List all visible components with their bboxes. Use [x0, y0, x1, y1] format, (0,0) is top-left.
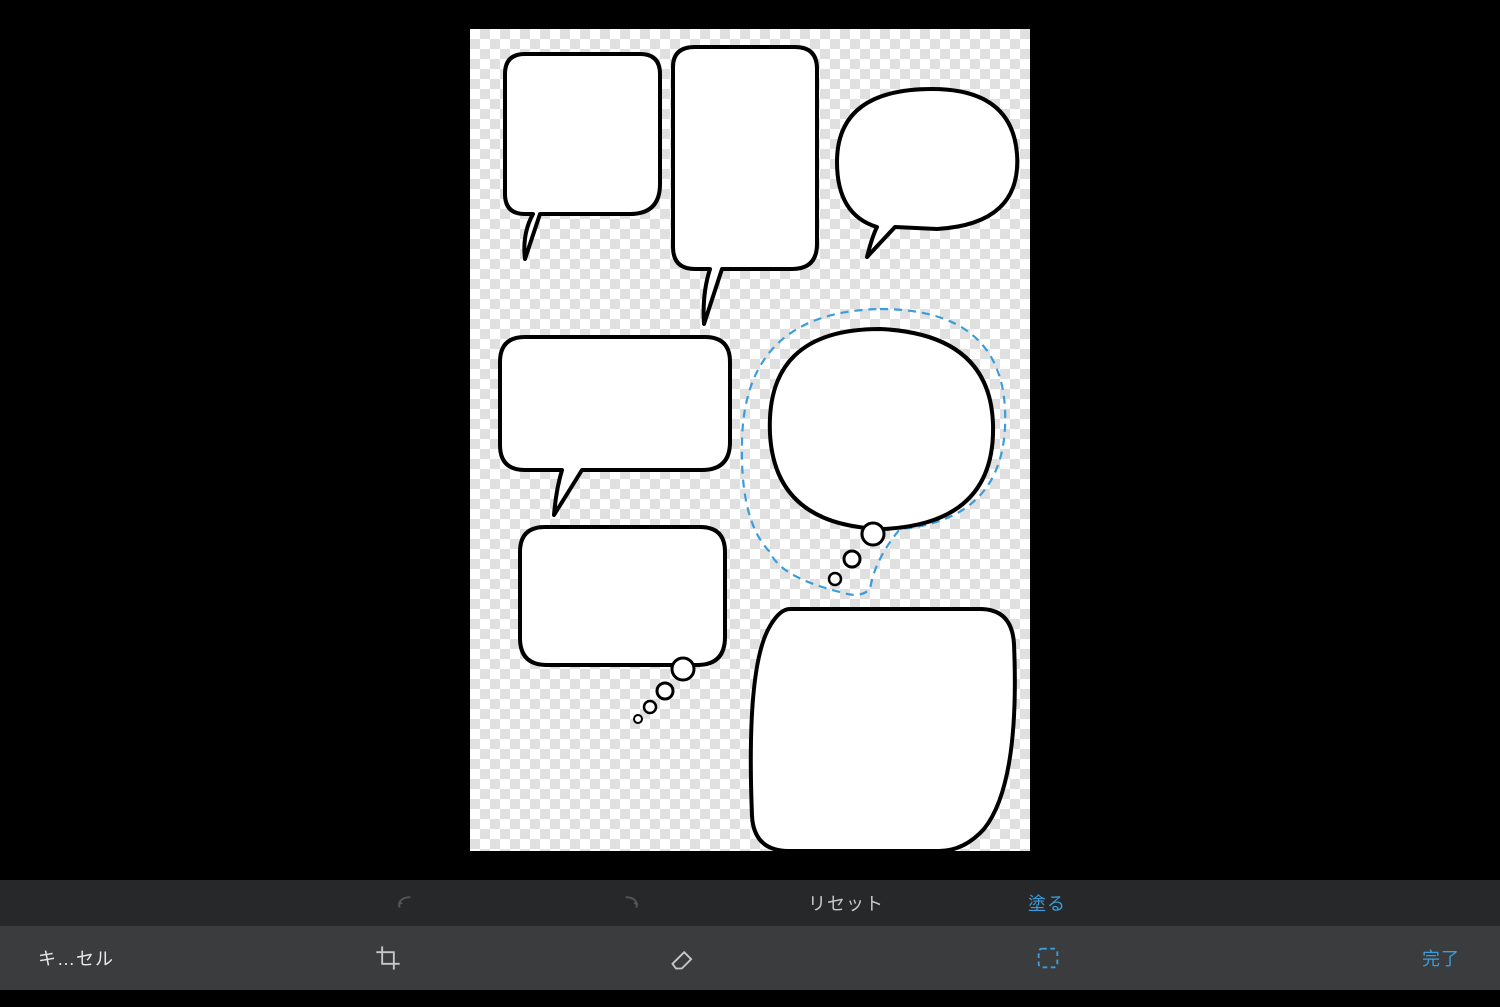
- selection-tool-button[interactable]: [1020, 926, 1076, 990]
- canvas-artwork: [470, 29, 1030, 851]
- redo-button[interactable]: [600, 880, 656, 926]
- undo-icon: [394, 889, 422, 917]
- canvas[interactable]: [470, 29, 1030, 851]
- thought-bubble-5[interactable]: [770, 329, 993, 585]
- undo-button[interactable]: [380, 880, 436, 926]
- speech-bubble-2[interactable]: [673, 47, 817, 324]
- redo-icon: [614, 889, 642, 917]
- speech-bubble-4[interactable]: [500, 337, 730, 515]
- speech-bubble-1[interactable]: [505, 54, 660, 259]
- toolbar-lower: キ…セル 完了: [0, 926, 1500, 990]
- speech-bubble-3[interactable]: [837, 89, 1017, 257]
- fill-mode-button[interactable]: 塗る: [1010, 880, 1084, 926]
- eraser-tool-button[interactable]: [655, 926, 711, 990]
- speech-bubble-7[interactable]: [751, 609, 1015, 851]
- editor-viewport: [0, 0, 1500, 880]
- thought-bubble-6[interactable]: [520, 527, 725, 723]
- cancel-button[interactable]: キ…セル: [20, 926, 132, 990]
- selection-icon: [1034, 944, 1062, 972]
- crop-tool-button[interactable]: [360, 926, 416, 990]
- toolbar-upper: リセット 塗る: [0, 880, 1500, 926]
- eraser-icon: [669, 944, 697, 972]
- reset-button[interactable]: リセット: [790, 880, 902, 926]
- crop-icon: [374, 944, 402, 972]
- done-button[interactable]: 完了: [1404, 926, 1478, 990]
